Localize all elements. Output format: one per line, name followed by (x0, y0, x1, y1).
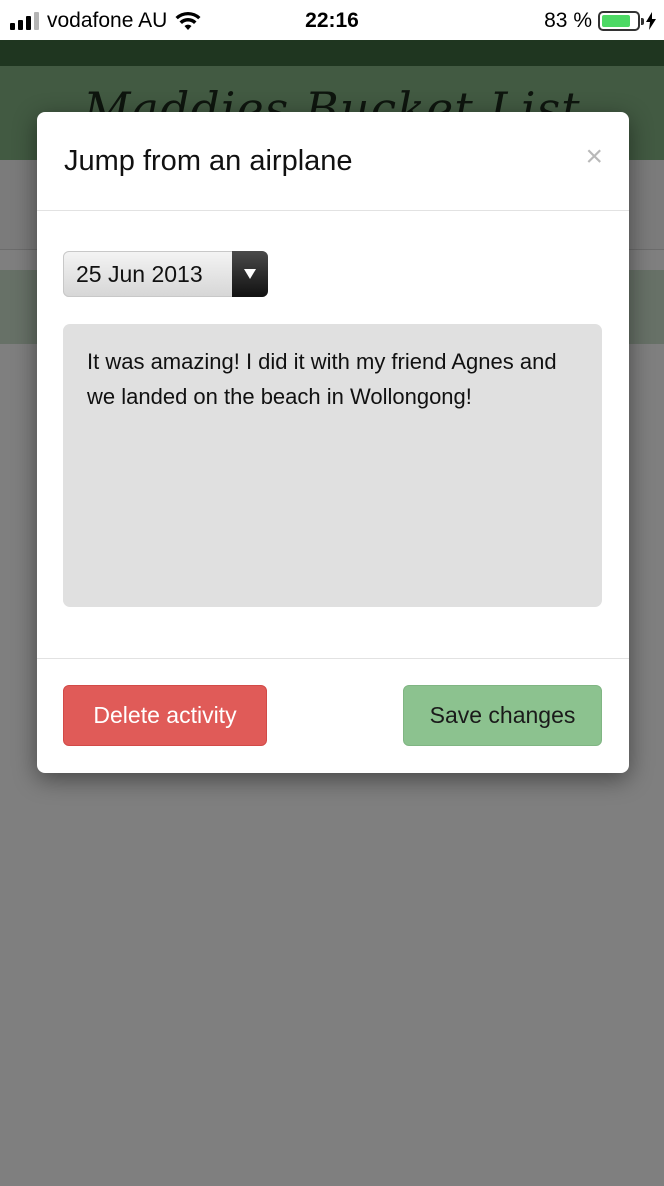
charging-icon (646, 12, 656, 30)
app-screen: vodafone AU 22:16 83 % Maddies Bucket Li… (0, 0, 664, 1186)
modal-body: 25 Jun 2013 It was amazing! I did it wit… (37, 211, 629, 659)
date-value: 25 Jun 2013 (76, 261, 203, 287)
status-right: 83 % (544, 9, 656, 33)
close-icon[interactable]: × (585, 142, 603, 172)
dropdown-arrow-icon[interactable] (232, 251, 268, 297)
save-changes-button[interactable]: Save changes (403, 685, 602, 746)
status-bar: vodafone AU 22:16 83 % (0, 0, 664, 40)
modal-footer: Delete activity Save changes (37, 659, 629, 772)
modal-title: Jump from an airplane (64, 145, 353, 177)
activity-modal: Jump from an airplane × 25 Jun 2013 It w… (37, 112, 629, 773)
modal-header: Jump from an airplane × (37, 112, 629, 211)
battery-level (602, 15, 631, 27)
notes-textarea[interactable]: It was amazing! I did it with my friend … (63, 324, 602, 607)
battery-icon (598, 11, 644, 31)
battery-percent: 83 % (544, 9, 592, 32)
delete-activity-button[interactable]: Delete activity (63, 685, 267, 746)
date-select[interactable]: 25 Jun 2013 (63, 251, 268, 297)
